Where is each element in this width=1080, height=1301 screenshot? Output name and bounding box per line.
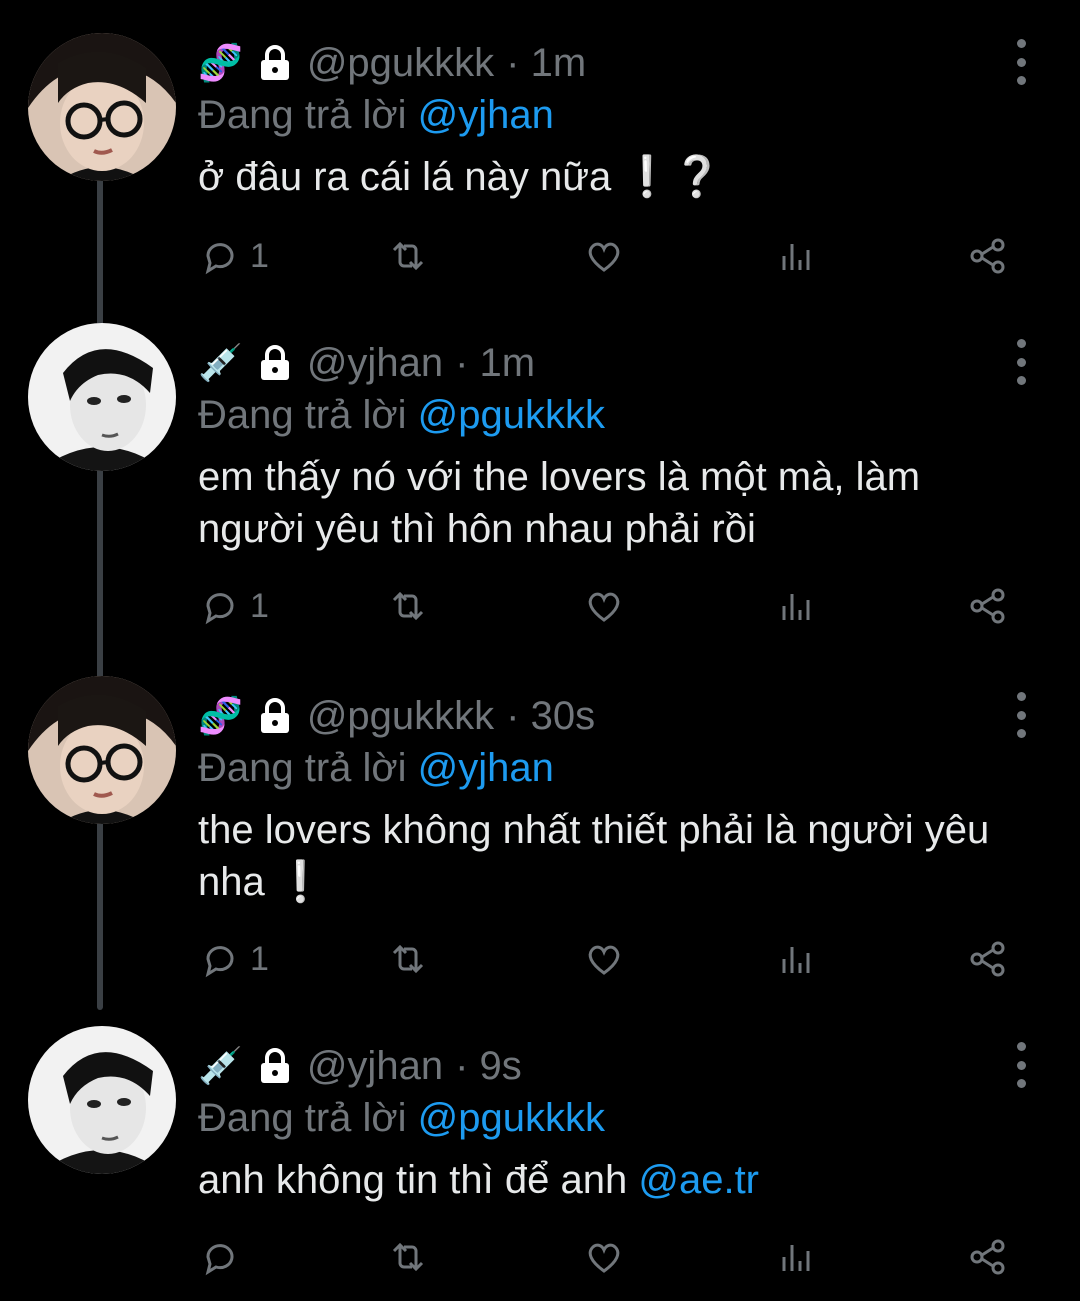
tweet[interactable]: 🧬 @pgukkkk · 30s Đang trả lời @yjhan the… — [0, 676, 1080, 986]
action-bar: 1 — [198, 934, 1018, 984]
reply-button[interactable]: 1 — [200, 934, 269, 984]
analytics-button[interactable] — [776, 934, 816, 984]
action-bar: 1 — [198, 581, 1018, 631]
user-handle[interactable]: @pgukkkk — [307, 694, 494, 739]
analytics-icon — [782, 947, 810, 973]
like-button[interactable] — [584, 1232, 624, 1282]
more-options-icon[interactable] — [1006, 692, 1036, 738]
more-options-icon[interactable] — [1006, 39, 1036, 85]
reply-icon — [205, 946, 234, 978]
analytics-icon — [782, 594, 810, 620]
avatar[interactable] — [28, 323, 176, 471]
reply-to-mention[interactable]: @pgukkkk — [418, 393, 605, 437]
tweet-body: ở đâu ra cái lá này nữa ❕❔ — [198, 155, 722, 199]
heart-icon — [588, 945, 620, 975]
heart-icon — [588, 1243, 620, 1273]
tweet-body: the lovers không nhất thiết phải là ngườ… — [198, 808, 990, 904]
tweet-header: 💉 @yjhan · 1m — [198, 333, 535, 393]
syringe-emoji-icon: 💉 — [198, 1045, 243, 1086]
share-icon — [970, 941, 1005, 977]
reply-prefix: Đang trả lời — [198, 393, 407, 437]
retweet-button[interactable] — [388, 231, 428, 281]
analytics-icon — [782, 1245, 810, 1271]
share-button[interactable] — [968, 231, 1008, 281]
lock-icon — [260, 1048, 289, 1083]
user-handle[interactable]: @yjhan — [307, 341, 443, 386]
more-options-icon[interactable] — [1006, 339, 1036, 385]
more-options-icon[interactable] — [1006, 1042, 1036, 1088]
reply-icon — [205, 1244, 234, 1276]
analytics-button[interactable] — [776, 1232, 816, 1282]
action-bar — [198, 1232, 1018, 1282]
reply-icon — [205, 243, 234, 275]
heart-icon — [588, 242, 620, 272]
share-button[interactable] — [968, 581, 1008, 631]
reply-count: 1 — [250, 236, 269, 275]
reply-count: 1 — [250, 586, 269, 625]
tweet-body: anh không tin thì để anh @ae.tr — [198, 1154, 1018, 1206]
analytics-icon — [782, 244, 810, 270]
retweet-icon — [392, 591, 424, 621]
tweet-header: 🧬 @pgukkkk · 30s — [198, 686, 595, 746]
retweet-icon — [392, 1242, 424, 1272]
reply-context: Đang trả lời @pgukkkk — [198, 393, 605, 438]
dna-emoji-icon: 🧬 — [198, 42, 243, 83]
tweet-header: 💉 @yjhan · 9s — [198, 1036, 522, 1096]
avatar[interactable] — [28, 1026, 176, 1174]
reply-to-mention[interactable]: @yjhan — [418, 93, 554, 137]
retweet-button[interactable] — [388, 934, 428, 984]
like-button[interactable] — [584, 581, 624, 631]
timestamp: · 30s — [506, 693, 596, 738]
reply-button[interactable] — [200, 1232, 250, 1282]
retweet-button[interactable] — [388, 581, 428, 631]
share-icon — [970, 1239, 1005, 1275]
reply-prefix: Đang trả lời — [198, 1096, 407, 1140]
reply-button[interactable]: 1 — [200, 231, 269, 281]
tweet-body: em thấy nó với the lovers là một mà, làm… — [198, 455, 921, 551]
reply-to-mention[interactable]: @pgukkkk — [418, 1096, 605, 1140]
timestamp: · 1m — [506, 40, 587, 85]
user-handle[interactable]: @yjhan — [307, 1044, 443, 1089]
tweet[interactable]: 💉 @yjhan · 1m Đang trả lời @pgukkkk em t… — [0, 323, 1080, 633]
body-mention[interactable]: @ae.tr — [638, 1158, 759, 1202]
avatar[interactable] — [28, 33, 176, 181]
reply-icon — [205, 593, 234, 625]
retweet-button[interactable] — [388, 1232, 428, 1282]
reply-context: Đang trả lời @pgukkkk — [198, 1096, 605, 1141]
avatar[interactable] — [28, 676, 176, 824]
reply-prefix: Đang trả lời — [198, 93, 407, 137]
share-icon — [970, 588, 1005, 624]
tweet-header: 🧬 @pgukkkk · 1m — [198, 33, 586, 93]
timestamp: · 9s — [455, 1043, 522, 1088]
user-handle[interactable]: @pgukkkk — [307, 41, 494, 86]
like-button[interactable] — [584, 231, 624, 281]
reply-to-mention[interactable]: @yjhan — [418, 746, 554, 790]
tweet-body-text: anh không tin thì để anh — [198, 1158, 639, 1202]
retweet-icon — [392, 241, 424, 271]
heart-icon — [588, 592, 620, 622]
timestamp: · 1m — [455, 340, 536, 385]
action-bar: 1 — [198, 231, 1018, 281]
reply-button[interactable]: 1 — [200, 581, 269, 631]
retweet-icon — [392, 944, 424, 974]
reply-context: Đang trả lời @yjhan — [198, 746, 554, 791]
reply-prefix: Đang trả lời — [198, 746, 407, 790]
reply-count: 1 — [250, 939, 269, 978]
like-button[interactable] — [584, 934, 624, 984]
analytics-button[interactable] — [776, 231, 816, 281]
dna-emoji-icon: 🧬 — [198, 695, 243, 736]
syringe-emoji-icon: 💉 — [198, 342, 243, 383]
lock-icon — [260, 45, 289, 80]
share-button[interactable] — [968, 934, 1008, 984]
share-button[interactable] — [968, 1232, 1008, 1282]
lock-icon — [260, 698, 289, 733]
tweet[interactable]: 🧬 @pgukkkk · 1m Đang trả lời @yjhan ở đâ… — [0, 33, 1080, 323]
share-icon — [970, 238, 1005, 274]
reply-context: Đang trả lời @yjhan — [198, 93, 554, 138]
tweet[interactable]: 💉 @yjhan · 9s Đang trả lời @pgukkkk anh … — [0, 1026, 1080, 1291]
analytics-button[interactable] — [776, 581, 816, 631]
lock-icon — [260, 345, 289, 380]
